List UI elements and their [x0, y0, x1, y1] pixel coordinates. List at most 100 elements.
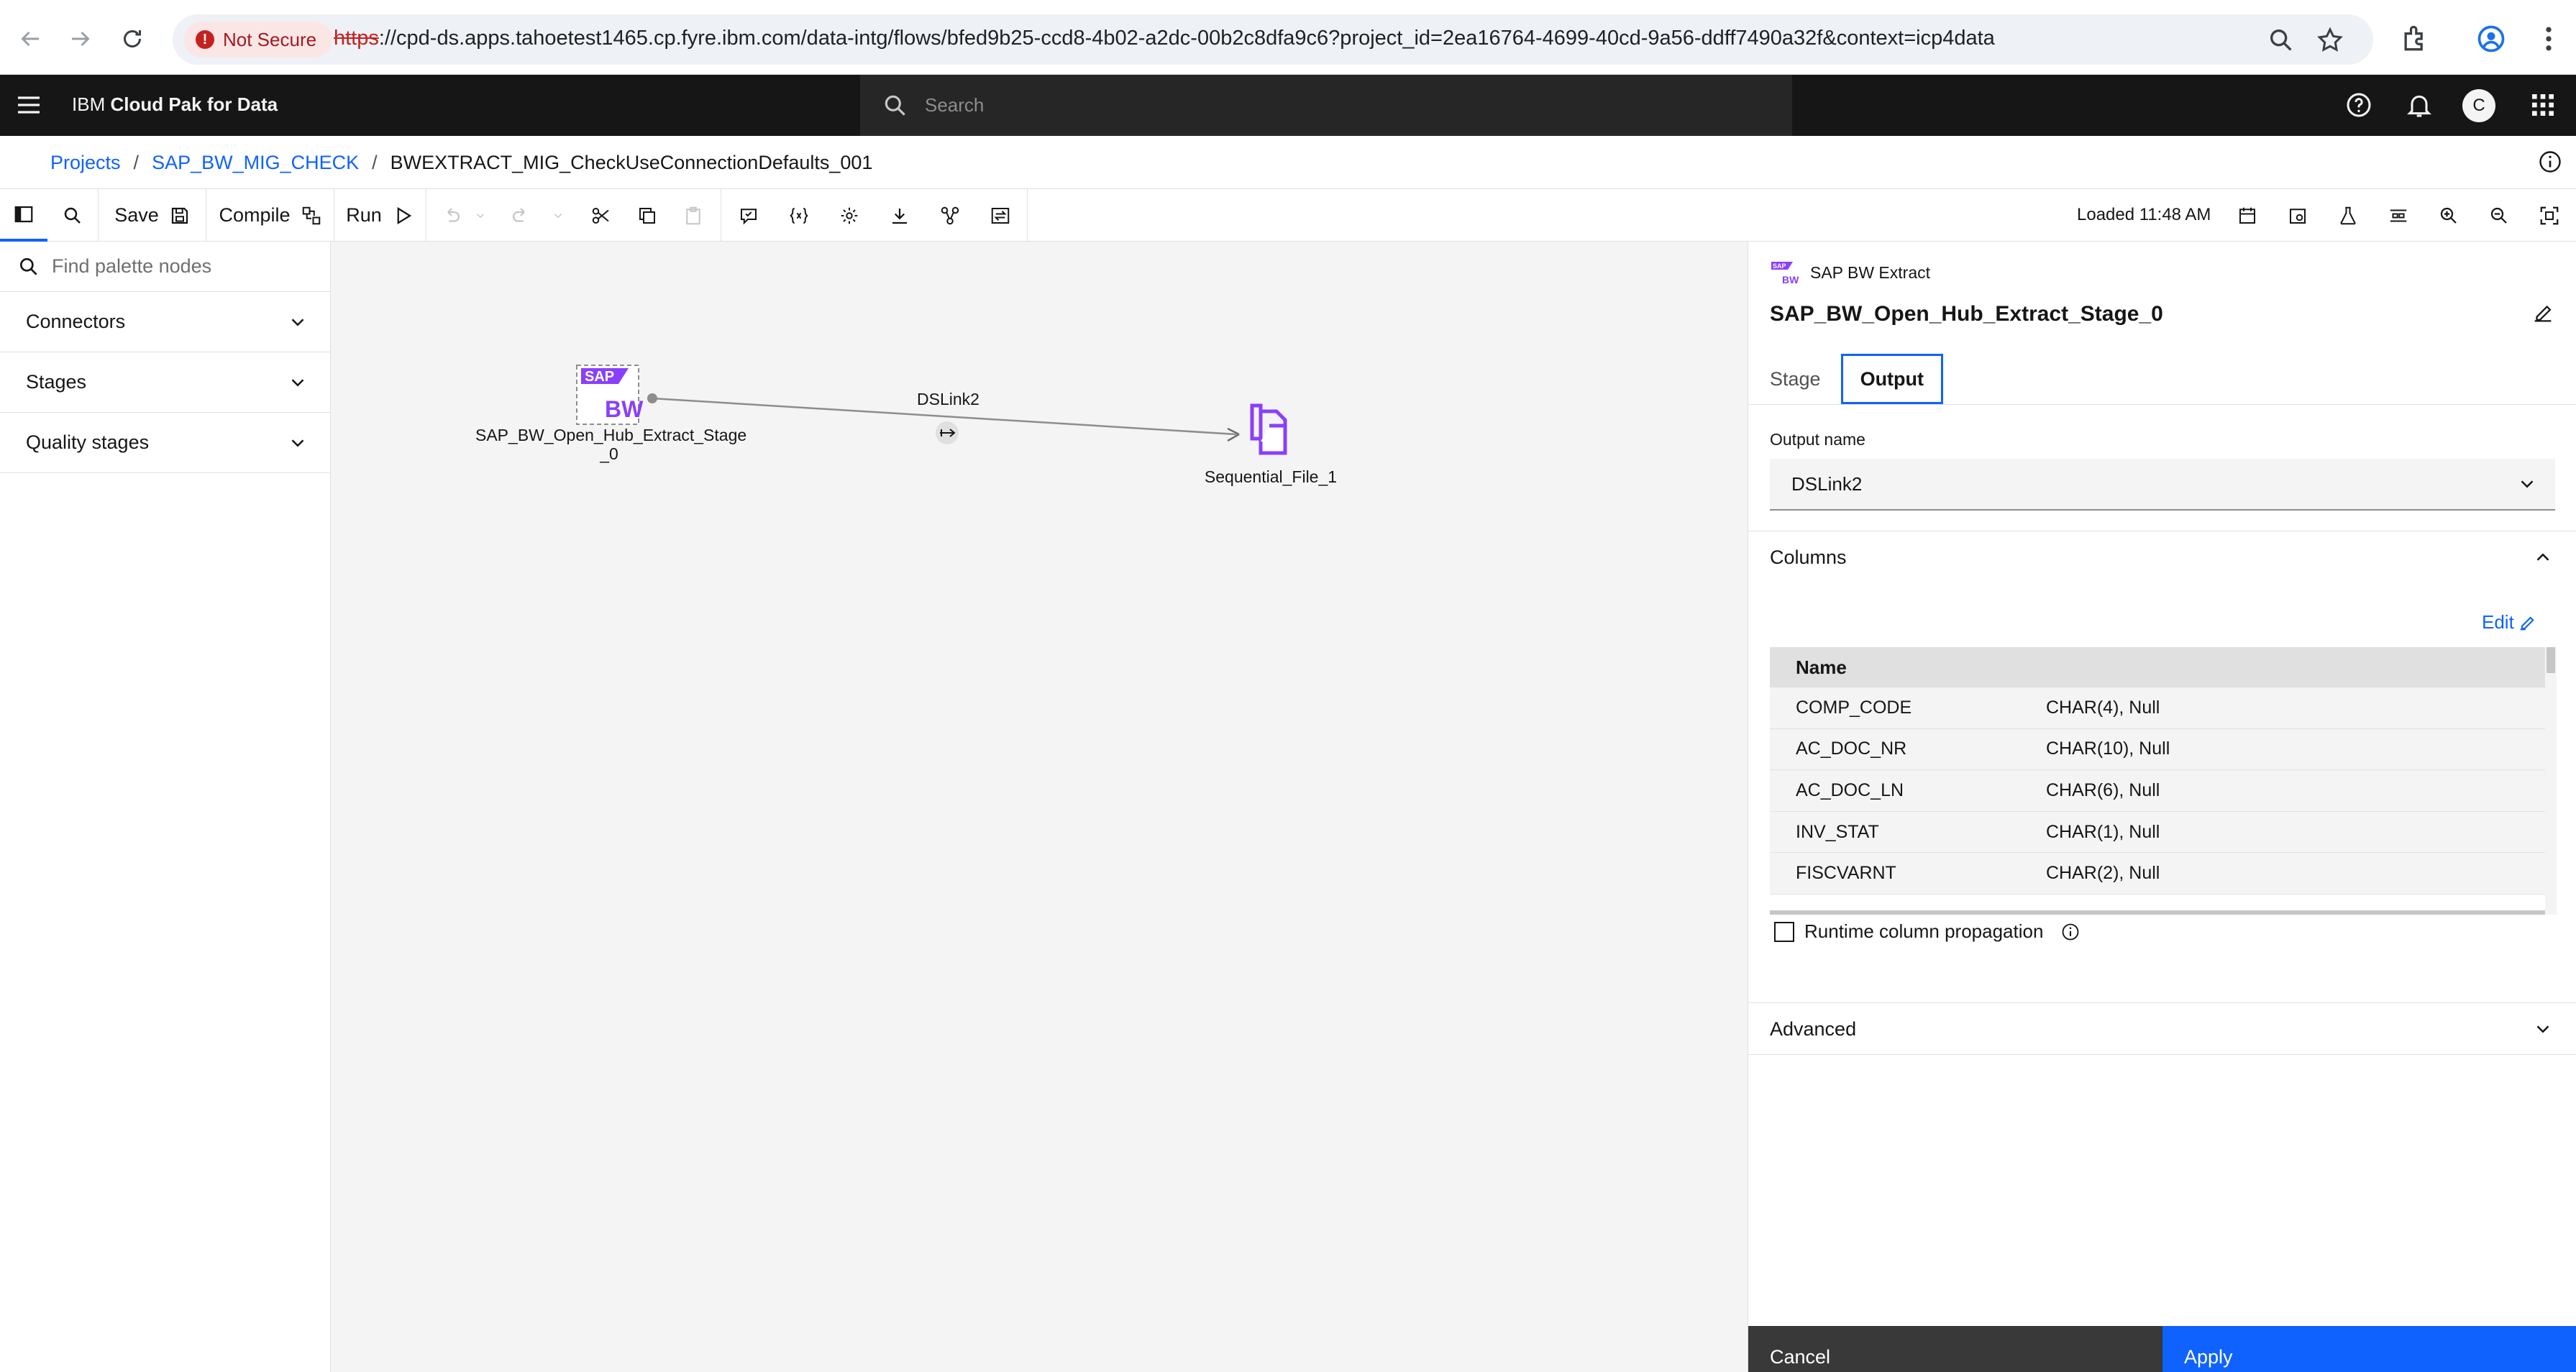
schedule-button[interactable]: [2222, 189, 2273, 242]
redo-menu-button[interactable]: [547, 189, 570, 242]
sequential-file-icon[interactable]: [1250, 403, 1287, 455]
chevron-up-icon[interactable]: [2532, 546, 2554, 568]
compile-button[interactable]: Compile: [209, 189, 332, 242]
help-icon[interactable]: [2344, 91, 2373, 119]
search-icon: [19, 257, 37, 275]
advanced-section-title[interactable]: Advanced: [1770, 1018, 1856, 1041]
cut-button[interactable]: [578, 189, 624, 242]
properties-panel: SAP BW SAP BW Extract SAP_BW_Open_Hub_Ex…: [1748, 242, 2576, 1372]
palette-search[interactable]: [0, 242, 330, 292]
breadcrumb-bar: Projects / SAP_BW_MIG_CHECK / BWEXTRACT_…: [0, 136, 2576, 189]
undo-button[interactable]: [434, 189, 469, 242]
target-node-label[interactable]: Sequential_File_1: [1184, 467, 1357, 487]
download-button[interactable]: [874, 189, 925, 242]
copy-icon: [639, 207, 655, 224]
chevron-down-icon: [291, 378, 304, 387]
info-icon[interactable]: [2537, 149, 2563, 175]
bookmark-star-icon[interactable]: [2316, 26, 2344, 55]
stage-name-title: SAP_BW_Open_Hub_Extract_Stage_0: [1770, 302, 2163, 326]
output-port[interactable]: [647, 393, 657, 403]
columns-section-title[interactable]: Columns: [1770, 546, 1847, 569]
profile-icon[interactable]: [2475, 23, 2507, 55]
global-search-input[interactable]: [925, 94, 1716, 116]
breadcrumb-project[interactable]: SAP_BW_MIG_CHECK: [152, 152, 359, 174]
palette-section-connectors[interactable]: Connectors: [0, 292, 330, 352]
breadcrumb-separator: /: [133, 152, 140, 173]
copy-button[interactable]: [624, 189, 670, 242]
palette-section-stages[interactable]: Stages: [0, 352, 330, 413]
zoom-in-button[interactable]: [2424, 189, 2474, 242]
tab-output[interactable]: Output: [1840, 354, 1944, 404]
table-row[interactable]: COMP_CODE CHAR(4), Null: [1770, 687, 2545, 729]
source-node-label-line1: SAP_BW_Open_Hub_Extract_Stage: [475, 426, 747, 444]
apply-button[interactable]: Apply: [2162, 1326, 2576, 1372]
breadcrumb-projects[interactable]: Projects: [50, 152, 121, 174]
palette-section-quality-stages[interactable]: Quality stages: [0, 413, 330, 473]
extensions-icon[interactable]: [2399, 23, 2431, 55]
source-node-label[interactable]: SAP_BW_Open_Hub_Extract_Stage _0: [475, 426, 747, 463]
user-avatar[interactable]: C: [2462, 89, 2495, 122]
global-search[interactable]: [860, 75, 1792, 136]
layout-button[interactable]: [2373, 189, 2424, 242]
browser-menu-icon[interactable]: [2533, 23, 2564, 55]
run-button[interactable]: Run: [337, 189, 423, 242]
url-text[interactable]: https://cpd-ds.apps.tahoetest1465.cp.fyr…: [334, 27, 1995, 50]
brand[interactable]: IBM Cloud Pak for Data: [72, 93, 278, 116]
column-type: CHAR(2), Null: [2046, 863, 2160, 884]
undo-menu-button[interactable]: [469, 189, 492, 242]
link-label[interactable]: DSLink2: [917, 390, 979, 409]
source-node-sap-bw[interactable]: SAP BW: [576, 365, 644, 425]
run-label: Run: [346, 204, 382, 226]
table-row[interactable]: AC_DOC_LN CHAR(6), Null: [1770, 770, 2545, 812]
breadcrumb-separator: /: [372, 152, 378, 173]
paste-icon: [686, 206, 700, 224]
job-history-button[interactable]: [2273, 189, 2323, 242]
comment-button[interactable]: [723, 189, 774, 242]
arrange-button[interactable]: [925, 189, 975, 242]
forward-arrow-icon[interactable]: [63, 22, 98, 56]
edit-pencil-icon[interactable]: [2531, 301, 2555, 325]
redo-button[interactable]: [503, 189, 538, 242]
cancel-button[interactable]: Cancel: [1748, 1326, 2162, 1372]
palette-toggle-button[interactable]: [0, 189, 47, 242]
brand-name: Cloud Pak for Data: [110, 93, 278, 115]
chevron-down-icon[interactable]: [2532, 1018, 2554, 1040]
flow-canvas[interactable]: SAP BW SAP_BW_Open_Hub_Extract_Stage _0 …: [332, 242, 1747, 1372]
fit-to-screen-button[interactable]: [2524, 189, 2575, 242]
columns-table-scrollbar[interactable]: [2545, 647, 2557, 915]
output-name-select[interactable]: DSLink2: [1770, 459, 2555, 511]
table-row[interactable]: FISCVARNT CHAR(2), Null: [1770, 853, 2545, 895]
find-button[interactable]: [47, 189, 98, 242]
gear-icon: [841, 207, 858, 224]
table-row[interactable]: INV_STAT CHAR(1), Null: [1770, 811, 2545, 854]
migrate-button[interactable]: [975, 189, 1026, 242]
scissors-icon: [592, 207, 609, 224]
zoom-out-button[interactable]: [2474, 189, 2524, 242]
back-arrow-icon[interactable]: [13, 22, 47, 56]
table-row[interactable]: AC_DOC_NR CHAR(10), Null: [1770, 728, 2545, 771]
palette-section-label: Connectors: [26, 311, 126, 332]
zoom-icon[interactable]: [2267, 26, 2296, 55]
app-switcher-icon[interactable]: [2529, 91, 2557, 119]
edit-columns-link[interactable]: Edit: [2482, 611, 2537, 634]
save-button[interactable]: Save: [101, 189, 204, 242]
scrollbar-thumb[interactable]: [2547, 647, 2555, 673]
settings-button[interactable]: [824, 189, 874, 242]
runtime-propagation-checkbox[interactable]: [1774, 921, 1794, 942]
svg-text:SAP: SAP: [1773, 262, 1786, 270]
reload-icon[interactable]: [115, 22, 150, 56]
hamburger-menu-icon[interactable]: [14, 91, 43, 119]
flow-arrange-icon: [941, 206, 959, 224]
not-secure-badge[interactable]: ! Not Secure: [184, 22, 333, 58]
test-button[interactable]: [2323, 189, 2373, 242]
info-icon[interactable]: [2060, 922, 2081, 942]
canvas-drawing: SAP BW: [576, 365, 1287, 455]
side-panel-icon: [14, 206, 33, 222]
browser-toolbar: ! Not Secure https://cpd-ds.apps.tahoete…: [0, 0, 2576, 75]
tab-stage[interactable]: Stage: [1770, 354, 1841, 404]
notification-bell-icon[interactable]: [2405, 91, 2434, 119]
address-bar[interactable]: ! Not Secure https://cpd-ds.apps.tahoete…: [173, 14, 2373, 65]
parameters-button[interactable]: [774, 189, 824, 242]
palette-search-input[interactable]: [52, 255, 325, 278]
paste-button[interactable]: [670, 189, 716, 242]
